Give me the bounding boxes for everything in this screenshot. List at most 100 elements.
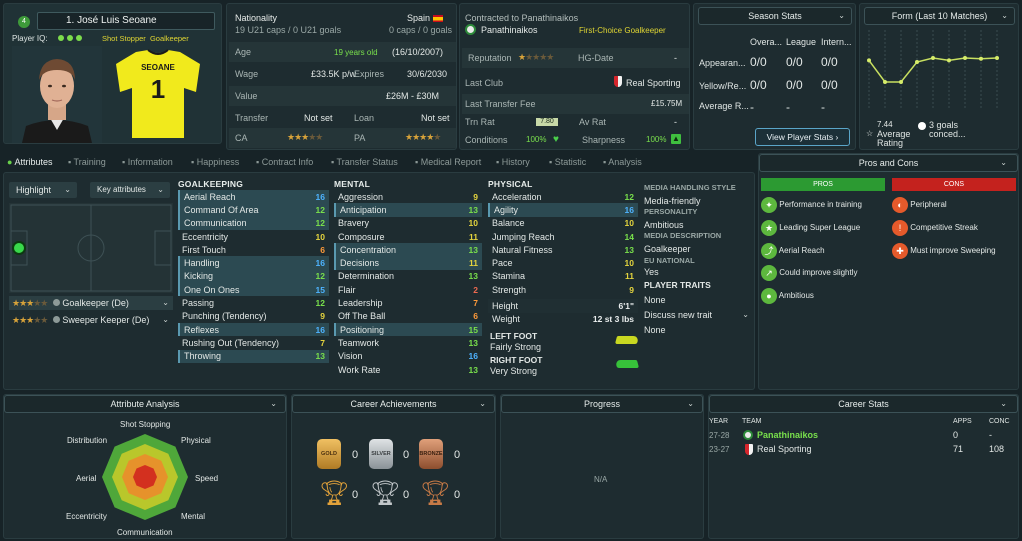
traits-value: None bbox=[644, 295, 666, 305]
form-point[interactable] bbox=[947, 58, 951, 63]
form-point[interactable] bbox=[867, 58, 871, 63]
loan-label: Loan bbox=[354, 113, 375, 123]
tab-information[interactable]: ▪ Information bbox=[122, 157, 173, 167]
silver-medal-icon: SILVER bbox=[369, 439, 393, 469]
attr-row[interactable]: Decisions 11 bbox=[334, 256, 482, 270]
season-value: 0/0 bbox=[750, 78, 767, 92]
chevron-down-icon: ⌄ bbox=[479, 399, 486, 408]
view-player-stats-button[interactable]: View Player Stats › bbox=[755, 128, 850, 146]
attr-row[interactable]: First Touch 6 bbox=[178, 243, 329, 256]
attr-row[interactable]: Determination 13 bbox=[334, 270, 482, 283]
attr-row[interactable]: Reflexes 16 bbox=[178, 322, 329, 337]
attr-row[interactable]: Passing 12 bbox=[178, 296, 329, 309]
discuss-trait-dropdown[interactable]: Discuss new trait ⌄ bbox=[644, 310, 752, 323]
av-value: - bbox=[674, 117, 677, 127]
progress-header[interactable]: Progress ⌄ bbox=[501, 395, 703, 413]
sharpness-value: 100% bbox=[646, 135, 667, 144]
form-point[interactable] bbox=[915, 60, 919, 64]
form-point[interactable] bbox=[979, 56, 983, 61]
key-attributes-dropdown[interactable]: Key attributes ⌄ bbox=[90, 182, 170, 198]
chevron-down-icon: ⌄ bbox=[1000, 158, 1007, 167]
form-point[interactable] bbox=[995, 56, 999, 60]
attr-row[interactable]: Punching (Tendency) 9 bbox=[178, 310, 329, 323]
form-point[interactable] bbox=[899, 80, 903, 84]
pa-stars-icon: ★★★★★ bbox=[405, 132, 441, 142]
physical-section: PHYSICAL Acceleration 12 Agility 16 Balanc… bbox=[488, 179, 638, 326]
form-point[interactable] bbox=[963, 56, 967, 60]
chevron-down-icon: ⌄ bbox=[162, 315, 169, 324]
last-club-value[interactable]: Real Sporting bbox=[626, 78, 681, 88]
attr-row[interactable]: Pace 10 bbox=[488, 256, 638, 269]
tab-happiness[interactable]: ▪ Happiness bbox=[191, 157, 239, 167]
right-foot-label: RIGHT FOOT bbox=[490, 355, 543, 365]
attr-row[interactable]: Positioning 15 bbox=[334, 322, 482, 337]
pro-item: ⤴ Aerial Reach bbox=[761, 243, 825, 259]
attr-row[interactable]: Teamwork 13 bbox=[334, 336, 482, 349]
season-stats-header[interactable]: Season Stats ⌄ bbox=[698, 7, 852, 25]
career-col-team: TEAM bbox=[742, 418, 762, 425]
eu-label: EU NATIONAL bbox=[644, 256, 695, 265]
attr-row[interactable]: Command Of Area 12 bbox=[178, 203, 329, 217]
sweeping-icon: ✚ bbox=[892, 243, 908, 259]
table-row[interactable]: 23-27 Real Sporting 71 108 bbox=[709, 443, 1018, 456]
attr-row[interactable]: Natural Fitness 13 bbox=[488, 243, 638, 256]
attr-row[interactable]: One On Ones 15 bbox=[178, 283, 329, 297]
form-header[interactable]: Form (Last 10 Matches) ⌄ bbox=[864, 7, 1015, 25]
radar-label: Physical bbox=[181, 436, 211, 445]
attr-row[interactable]: Anticipation 13 bbox=[334, 203, 482, 217]
attr-row[interactable]: Stamina 11 bbox=[488, 270, 638, 283]
player-portrait bbox=[12, 46, 102, 143]
season-row-label: Average R... bbox=[699, 101, 749, 111]
table-row[interactable]: 27-28 Panathinaikos 0 - bbox=[709, 429, 1018, 442]
tab-transfer-status[interactable]: ▪ Transfer Status bbox=[331, 157, 398, 167]
expires-label: Expires bbox=[354, 69, 385, 79]
career-stats-header[interactable]: Career Stats ⌄ bbox=[709, 395, 1018, 413]
attr-row[interactable]: Composure 11 bbox=[334, 230, 482, 243]
attr-row[interactable]: Rushing Out (Tendency) 7 bbox=[178, 336, 329, 349]
conditions-label: Conditions bbox=[465, 135, 508, 145]
con-item: ✚ Must improve Sweeping bbox=[892, 243, 996, 259]
attribute-analysis-header[interactable]: Attribute Analysis ⌄ bbox=[4, 395, 286, 413]
attr-row[interactable]: Flair 2 bbox=[334, 283, 482, 296]
tab-analysis[interactable]: ▪ Analysis bbox=[603, 157, 642, 167]
tab-history[interactable]: ▪ History bbox=[496, 157, 530, 167]
tab-medical-report[interactable]: ▪ Medical Report bbox=[415, 157, 481, 167]
attr-row[interactable]: Bravery 10 bbox=[334, 217, 482, 230]
attr-row[interactable]: Acceleration 12 bbox=[488, 190, 638, 203]
pros-cons-header[interactable]: Pros and Cons ⌄ bbox=[759, 154, 1018, 172]
attr-row[interactable]: Aerial Reach 16 bbox=[178, 190, 329, 204]
form-point[interactable] bbox=[883, 80, 887, 84]
ca-label: CA bbox=[235, 133, 248, 143]
mental-title: MENTAL bbox=[334, 179, 370, 189]
attr-row[interactable]: Concentration 13 bbox=[334, 243, 482, 257]
attr-row[interactable]: Leadership 7 bbox=[334, 296, 482, 309]
attr-row[interactable]: Agility 16 bbox=[488, 203, 638, 217]
attr-row[interactable]: Vision 16 bbox=[334, 350, 482, 363]
attr-row[interactable]: Jumping Reach 14 bbox=[488, 230, 638, 243]
role-sweeper-keeper[interactable]: ★★★★★ Sweeper Keeper (De) ⌄ bbox=[9, 313, 173, 327]
attr-row[interactable]: Kicking 12 bbox=[178, 269, 329, 284]
contract-club[interactable]: Panathinaikos bbox=[481, 25, 538, 35]
attr-row[interactable]: Off The Ball 6 bbox=[334, 310, 482, 323]
attr-row[interactable]: Strength 9 bbox=[488, 283, 638, 296]
attr-row[interactable]: Throwing 13 bbox=[178, 349, 329, 363]
attr-row[interactable]: Handling 16 bbox=[178, 256, 329, 270]
right-foot-value: Very Strong bbox=[490, 366, 538, 376]
tab-contract-info[interactable]: ▪ Contract Info bbox=[256, 157, 313, 167]
av-label: Av Rat bbox=[579, 117, 606, 127]
highlight-dropdown[interactable]: Highlight ⌄ bbox=[9, 182, 77, 198]
role-goalkeeper[interactable]: ★★★★★ Goalkeeper (De) ⌄ bbox=[9, 296, 173, 310]
tab-attributes[interactable]: ● Attributes bbox=[7, 157, 52, 167]
pro-item: ● Ambitious bbox=[761, 288, 814, 304]
attr-row[interactable]: Balance 10 bbox=[488, 217, 638, 230]
attr-row[interactable]: Work Rate 13 bbox=[334, 363, 482, 376]
attr-row[interactable]: Eccentricity 10 bbox=[178, 230, 329, 243]
pros-label: PROS bbox=[761, 178, 885, 191]
transfer-label: Transfer bbox=[235, 113, 269, 123]
form-point[interactable] bbox=[931, 56, 935, 60]
tab-training[interactable]: ▪ Training bbox=[68, 157, 106, 167]
attr-row[interactable]: Communication 12 bbox=[178, 216, 329, 230]
attr-row[interactable]: Aggression 9 bbox=[334, 190, 482, 203]
tab-statistic[interactable]: ▪ Statistic bbox=[549, 157, 586, 167]
career-achievements-header[interactable]: Career Achievements ⌄ bbox=[292, 395, 495, 413]
